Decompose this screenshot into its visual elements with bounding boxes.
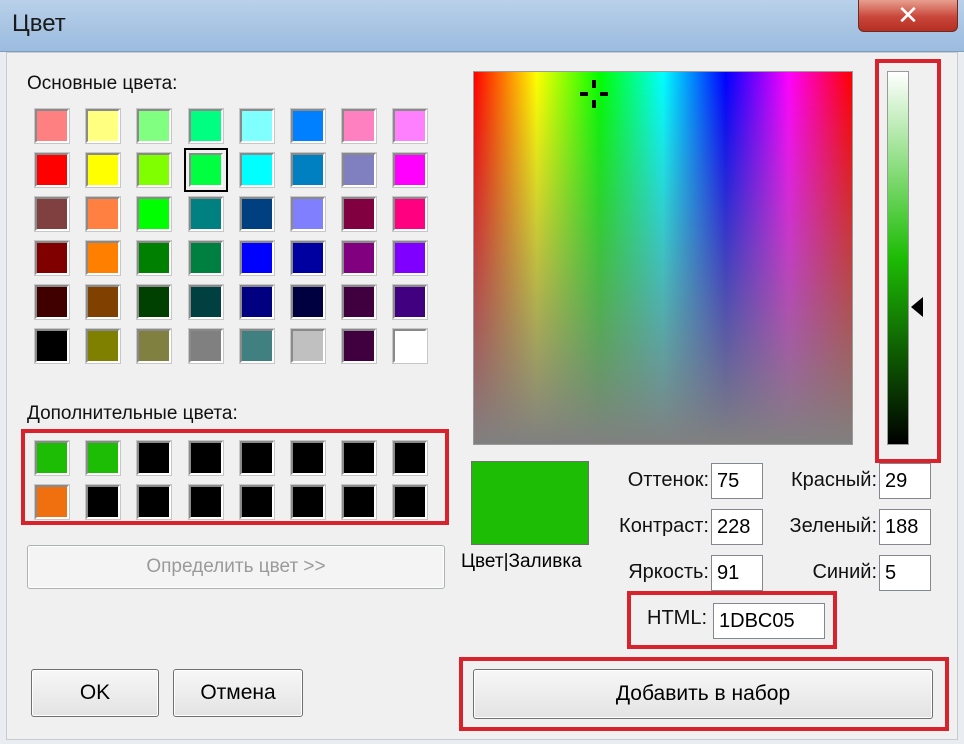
close-button[interactable]: ✕ — [858, 0, 958, 32]
title-bar[interactable]: Цвет ✕ — [0, 0, 964, 52]
custom-color-swatch[interactable] — [187, 484, 224, 520]
custom-color-swatch[interactable] — [187, 440, 224, 476]
basic-color-swatch[interactable] — [392, 152, 429, 188]
basic-color-swatch[interactable] — [34, 328, 70, 364]
basic-color-swatch[interactable] — [238, 240, 275, 276]
custom-color-swatch[interactable] — [34, 440, 70, 476]
custom-color-swatch[interactable] — [289, 440, 326, 476]
crosshair-icon — [580, 80, 608, 108]
basic-color-swatch[interactable] — [392, 284, 429, 320]
basic-color-swatch[interactable] — [289, 240, 326, 276]
basic-color-swatch[interactable] — [341, 240, 378, 276]
basic-color-swatch[interactable] — [34, 240, 70, 276]
slider-arrow-icon[interactable] — [911, 297, 923, 317]
close-icon: ✕ — [897, 0, 919, 30]
basic-color-swatch[interactable] — [187, 108, 224, 144]
color-preview — [471, 461, 589, 545]
basic-color-swatch[interactable] — [187, 196, 224, 232]
basic-color-swatch[interactable] — [238, 196, 275, 232]
basic-color-swatch[interactable] — [187, 284, 224, 320]
basic-color-swatch[interactable] — [136, 328, 173, 364]
basic-color-swatch[interactable] — [85, 196, 122, 232]
basic-color-swatch[interactable] — [341, 328, 378, 364]
basic-color-swatch[interactable] — [34, 284, 70, 320]
basic-color-swatch[interactable] — [238, 108, 275, 144]
basic-color-swatch[interactable] — [34, 196, 70, 232]
custom-color-swatch[interactable] — [136, 484, 173, 520]
basic-color-swatch[interactable] — [289, 196, 326, 232]
ok-button[interactable]: OK — [31, 669, 159, 717]
red-label: Красный: — [790, 469, 877, 491]
basic-color-swatch[interactable] — [238, 284, 275, 320]
basic-colors-label: Основные цвета: — [27, 73, 178, 94]
basic-color-swatch[interactable] — [136, 284, 173, 320]
basic-color-swatch[interactable] — [187, 328, 224, 364]
basic-color-swatch[interactable] — [289, 328, 326, 364]
custom-color-swatch[interactable] — [34, 484, 70, 520]
basic-color-swatch[interactable] — [136, 240, 173, 276]
basic-color-swatch[interactable] — [136, 108, 173, 144]
preview-caption: Цвет|Заливка — [461, 551, 582, 572]
basic-color-swatch[interactable] — [183, 148, 228, 192]
basic-colors-grid — [34, 108, 429, 364]
define-custom-colors-button[interactable]: Определить цвет >> — [27, 545, 445, 589]
basic-color-swatch[interactable] — [85, 152, 122, 188]
saturation-field[interactable]: 228 — [711, 509, 763, 545]
basic-color-swatch[interactable] — [34, 152, 70, 188]
red-field[interactable]: 29 — [879, 463, 931, 499]
basic-color-swatch[interactable] — [85, 108, 122, 144]
basic-color-swatch[interactable] — [392, 328, 429, 364]
custom-color-swatch[interactable] — [289, 484, 326, 520]
custom-color-swatch[interactable] — [392, 484, 429, 520]
basic-color-swatch[interactable] — [85, 284, 122, 320]
blue-label: Синий: — [812, 561, 877, 583]
basic-color-swatch[interactable] — [341, 108, 378, 144]
hue-saturation-spectrum[interactable] — [473, 71, 853, 445]
custom-colors-grid — [34, 440, 429, 520]
basic-color-swatch[interactable] — [341, 196, 378, 232]
basic-color-swatch[interactable] — [34, 108, 70, 144]
basic-color-swatch[interactable] — [392, 196, 429, 232]
custom-color-swatch[interactable] — [136, 440, 173, 476]
custom-color-swatch[interactable] — [85, 484, 122, 520]
blue-field[interactable]: 5 — [879, 555, 931, 591]
html-label: HTML: — [647, 607, 707, 629]
add-to-custom-colors-button[interactable]: Добавить в набор — [473, 669, 933, 719]
hue-label: Оттенок: — [627, 469, 709, 491]
basic-color-swatch[interactable] — [341, 152, 378, 188]
basic-color-swatch[interactable] — [289, 284, 326, 320]
cancel-button[interactable]: Отмена — [173, 669, 303, 717]
green-field[interactable]: 188 — [879, 509, 931, 545]
basic-color-swatch[interactable] — [136, 152, 173, 188]
custom-color-swatch[interactable] — [341, 484, 378, 520]
basic-color-swatch[interactable] — [392, 240, 429, 276]
basic-color-swatch[interactable] — [136, 196, 173, 232]
custom-color-swatch[interactable] — [392, 440, 429, 476]
custom-colors-label: Дополнительные цвета: — [27, 403, 238, 424]
basic-color-swatch[interactable] — [187, 240, 224, 276]
luminance-label: Яркость: — [628, 561, 709, 583]
basic-color-swatch[interactable] — [289, 152, 326, 188]
basic-color-swatch[interactable] — [238, 328, 275, 364]
luminance-slider[interactable] — [887, 71, 909, 445]
custom-color-swatch[interactable] — [238, 440, 275, 476]
basic-color-swatch[interactable] — [238, 152, 275, 188]
custom-color-swatch[interactable] — [85, 440, 122, 476]
custom-color-swatch[interactable] — [341, 440, 378, 476]
window-title: Цвет — [12, 10, 66, 37]
html-field[interactable]: 1DBC05 — [713, 603, 825, 639]
green-label: Зеленый: — [789, 515, 877, 537]
luminance-field[interactable]: 91 — [711, 555, 763, 591]
color-dialog-body: Основные цвета: Дополнительные цвета: Оп… — [6, 52, 958, 740]
custom-color-swatch[interactable] — [238, 484, 275, 520]
basic-color-swatch[interactable] — [289, 108, 326, 144]
basic-color-swatch[interactable] — [85, 240, 122, 276]
basic-color-swatch[interactable] — [85, 328, 122, 364]
hue-field[interactable]: 75 — [711, 463, 763, 499]
basic-color-swatch[interactable] — [341, 284, 378, 320]
saturation-label: Контраст: — [619, 515, 709, 537]
basic-color-swatch[interactable] — [392, 108, 429, 144]
